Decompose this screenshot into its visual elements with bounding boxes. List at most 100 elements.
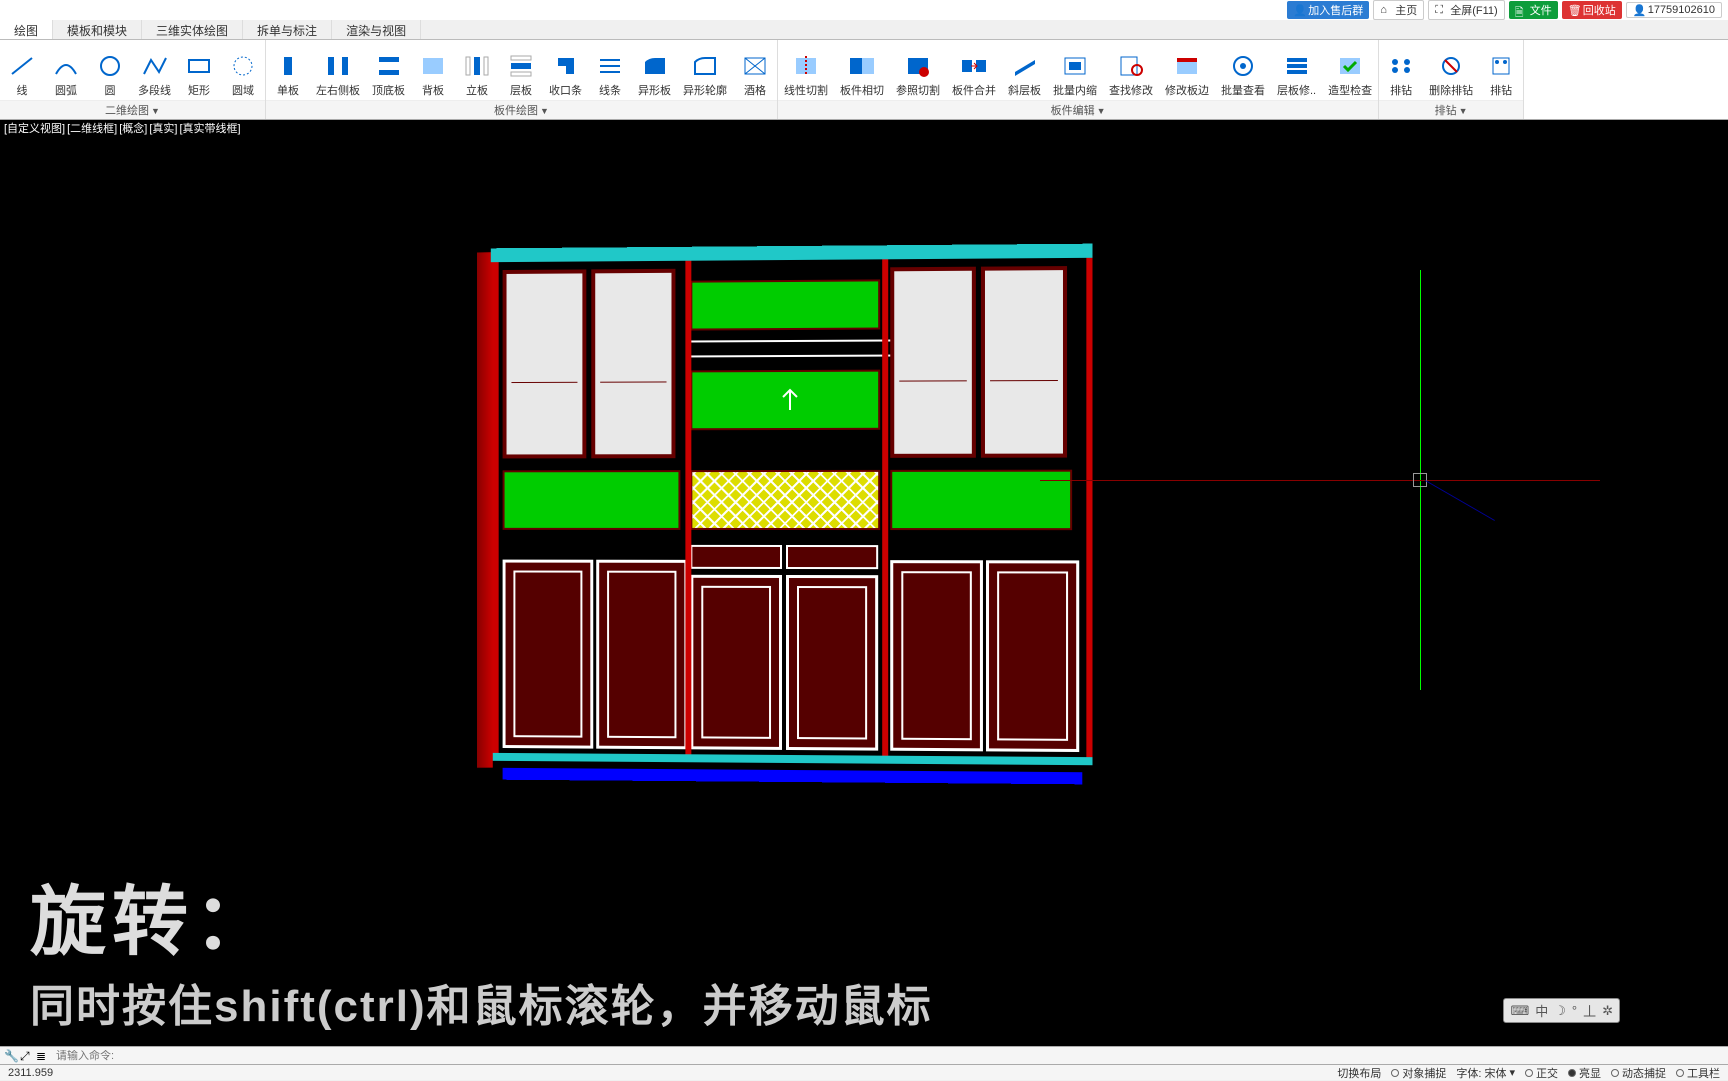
user-icon: 👤 — [1293, 4, 1305, 16]
tool-rect[interactable]: 矩形 — [177, 40, 221, 100]
tool-line[interactable]: 线 — [0, 40, 44, 100]
tool-polyline[interactable]: 多段线 — [132, 40, 177, 100]
ime-lang[interactable]: 中 — [1535, 1001, 1548, 1020]
tool-panel-back[interactable]: 背板 — [411, 40, 455, 100]
tool-batch-shrink[interactable]: 批量内缩 — [1047, 40, 1103, 100]
tool-drill[interactable]: 排钻 — [1379, 40, 1423, 100]
tool-drill2[interactable]: 排钻 — [1479, 40, 1523, 100]
ime-punct[interactable]: ° — [1572, 1003, 1577, 1018]
home-icon: ⌂ — [1380, 4, 1392, 16]
tool-ref-cut[interactable]: 参照切割 — [890, 40, 946, 100]
ribbon-group-panel: 单板 左右侧板 顶底板 背板 立板 层板 收口条 线条 异形板 异形轮廓 酒格 … — [266, 40, 778, 119]
fullscreen-icon: ⛶ — [1435, 4, 1447, 16]
merge-icon — [958, 52, 990, 80]
tool-circle[interactable]: 圆 — [88, 40, 132, 100]
fullscreen-button[interactable]: ⛶全屏(F11) — [1428, 0, 1504, 20]
status-layout[interactable]: 切换布局 — [1337, 1065, 1381, 1081]
top-bar: 👤加入售后群 ⌂主页 ⛶全屏(F11) 🗎文件 🗑回收站 👤1775910261… — [0, 0, 1728, 20]
panel-back-icon — [417, 52, 449, 80]
tab-render[interactable]: 渲染与视图 — [332, 20, 421, 39]
status-highlight[interactable]: 亮显 — [1568, 1065, 1601, 1081]
wrench-icon[interactable]: 🔧 — [4, 1049, 18, 1063]
tab-split[interactable]: 拆单与标注 — [243, 20, 332, 39]
ime-keyboard-icon[interactable]: ⌨ — [1510, 1003, 1529, 1019]
ime-toolbar[interactable]: ⌨ 中 ☽ ° 丄 ✲ — [1503, 998, 1620, 1023]
tool-delete-drill[interactable]: 删除排钻 — [1423, 40, 1479, 100]
ime-gear-icon[interactable]: ✲ — [1602, 1003, 1613, 1019]
ribbon-group-edit: 线性切割 板件相切 参照切割 板件合并 斜层板 批量内缩 查找修改 修改板边 批… — [778, 40, 1379, 119]
ribbon-group-title-drill[interactable]: 排钻▼ — [1379, 100, 1523, 119]
ribbon-group-title-panel[interactable]: 板件绘图▼ — [266, 100, 777, 119]
viewport[interactable]: [自定义视图][二维线框][概念][真实][真实带线框] — [0, 120, 1728, 1048]
home-button[interactable]: ⌂主页 — [1373, 0, 1424, 20]
rect-icon — [183, 52, 215, 80]
avatar-icon: 👤 — [1633, 4, 1645, 16]
tool-panel-topbottom[interactable]: 顶底板 — [366, 40, 411, 100]
panel-wine-icon — [739, 52, 771, 80]
ime-sep[interactable]: 丄 — [1583, 1001, 1596, 1020]
tool-arc[interactable]: 圆弧 — [44, 40, 88, 100]
status-toolbar[interactable]: 工具栏 — [1676, 1065, 1720, 1081]
shelf-modify-icon — [1281, 52, 1313, 80]
tool-panel-outline[interactable]: 异形轮廓 — [677, 40, 733, 100]
tool-panel-lines[interactable]: 线条 — [588, 40, 632, 100]
join-group-button[interactable]: 👤加入售后群 — [1287, 1, 1369, 19]
tool-region[interactable]: 圆域 — [221, 40, 265, 100]
overlay-body: 同时按住shift(ctrl)和鼠标滚轮，并移动鼠标 — [30, 970, 933, 1034]
command-input[interactable] — [52, 1050, 1724, 1062]
tool-merge[interactable]: 板件合并 — [946, 40, 1002, 100]
tool-linear-cut[interactable]: 线性切割 — [778, 40, 834, 100]
tool-panel-shelf[interactable]: 层板 — [499, 40, 543, 100]
line-icon — [6, 52, 38, 80]
user-button[interactable]: 👤17759102610 — [1626, 2, 1722, 18]
delete-drill-icon — [1435, 52, 1467, 80]
tool-slant[interactable]: 斜层板 — [1002, 40, 1047, 100]
status-osnap[interactable]: 对象捕捉 — [1391, 1065, 1446, 1081]
instruction-overlay: 旋转： 同时按住shift(ctrl)和鼠标滚轮，并移动鼠标 — [30, 860, 933, 1034]
file-icon: 🗎 — [1515, 4, 1527, 16]
tool-modify-edge[interactable]: 修改板边 — [1159, 40, 1215, 100]
tab-draw[interactable]: 绘图 — [0, 20, 53, 39]
slant-icon — [1009, 52, 1041, 80]
chevron-down-icon: ▼ — [1459, 106, 1468, 116]
tool-batch-view[interactable]: 批量查看 — [1215, 40, 1271, 100]
tool-panel-single[interactable]: 单板 — [266, 40, 310, 100]
ribbon-group-title-2d[interactable]: 二维绘图▼ — [0, 100, 265, 119]
file-button[interactable]: 🗎文件 — [1509, 1, 1558, 19]
tool-shelf-modify[interactable]: 层板修.. — [1271, 40, 1322, 100]
shape-check-icon — [1334, 52, 1366, 80]
modify-edge-icon — [1171, 52, 1203, 80]
coord-readout: 2311.959 — [0, 1067, 61, 1079]
tool-panel-side[interactable]: 左右侧板 — [310, 40, 366, 100]
ribbon-group-2d: 线 圆弧 圆 多段线 矩形 圆域 二维绘图▼ — [0, 40, 266, 119]
panel-trim-icon — [550, 52, 582, 80]
tool-panel-wine[interactable]: 酒格 — [733, 40, 777, 100]
status-dynsnap[interactable]: 动态捕捉 — [1611, 1065, 1666, 1081]
ribbon-group-title-edit[interactable]: 板件编辑▼ — [778, 100, 1378, 119]
tangent-icon — [846, 52, 878, 80]
chevron-down-icon: ▼ — [540, 106, 549, 116]
recycle-button[interactable]: 🗑回收站 — [1562, 1, 1622, 19]
list-icon[interactable]: ≣ — [36, 1049, 50, 1063]
tab-3d[interactable]: 三维实体绘图 — [142, 20, 243, 39]
tool-shape-check[interactable]: 造型检查 — [1322, 40, 1378, 100]
tool-panel-vertical[interactable]: 立板 — [455, 40, 499, 100]
chevron-down-icon: ▼ — [1097, 106, 1106, 116]
status-ortho[interactable]: 正交 — [1525, 1065, 1558, 1081]
view-mode-tabs[interactable]: [自定义视图][二维线框][概念][真实][真实带线框] — [4, 120, 243, 136]
ime-moon-icon[interactable]: ☽ — [1554, 1003, 1566, 1019]
status-font[interactable]: 字体:宋体▾ — [1456, 1065, 1515, 1081]
drill2-icon — [1485, 52, 1517, 80]
tool-find-modify[interactable]: 查找修改 — [1103, 40, 1159, 100]
expand-icon[interactable]: ⤢ — [20, 1049, 34, 1063]
tab-template[interactable]: 模板和模块 — [53, 20, 142, 39]
cabinet-model[interactable] — [493, 248, 1093, 773]
tool-tangent[interactable]: 板件相切 — [834, 40, 890, 100]
command-line[interactable]: 🔧 ⤢ ≣ — [0, 1046, 1728, 1064]
drill-icon — [1385, 52, 1417, 80]
panel-outline-icon — [689, 52, 721, 80]
chevron-down-icon: ▼ — [151, 106, 160, 116]
batch-shrink-icon — [1059, 52, 1091, 80]
tool-panel-irregular[interactable]: 异形板 — [632, 40, 677, 100]
tool-panel-trim[interactable]: 收口条 — [543, 40, 588, 100]
